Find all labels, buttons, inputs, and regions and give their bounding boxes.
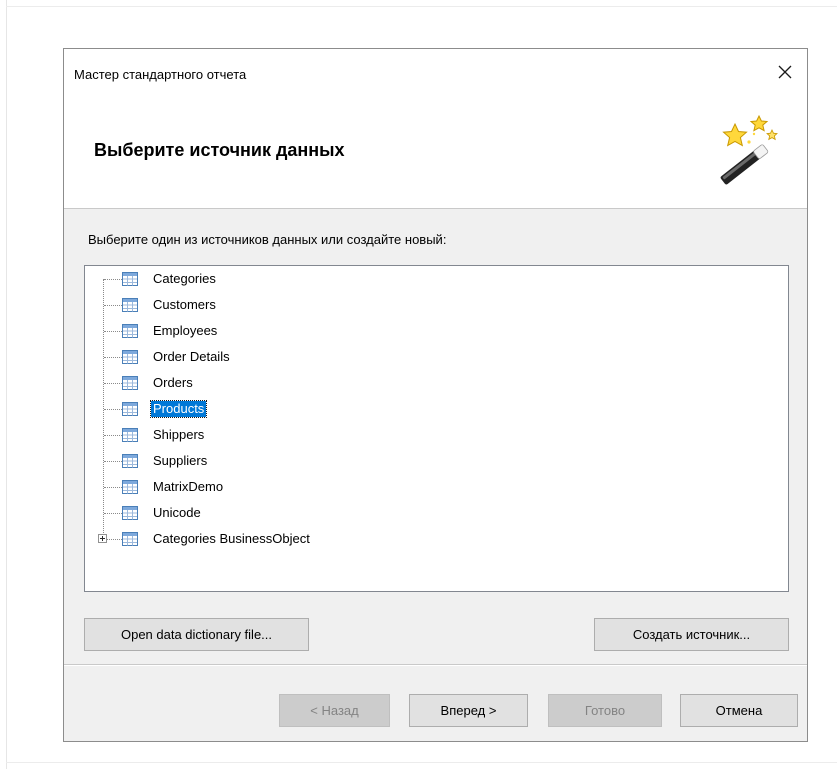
tree-connector-line <box>104 435 122 436</box>
tree-connector-line <box>104 357 122 358</box>
tree-connector-line <box>104 331 122 332</box>
tree-item[interactable]: MatrixDemo <box>85 476 785 498</box>
instruction-text: Выберите один из источников данных или с… <box>88 232 447 247</box>
tree-connector-line <box>104 409 122 410</box>
background-frame-top <box>6 6 837 7</box>
window-title: Мастер стандартного отчета <box>74 67 247 82</box>
tree-item[interactable]: Suppliers <box>85 450 785 472</box>
tree-item[interactable]: Categories <box>85 268 785 290</box>
cancel-button[interactable]: Отмена <box>680 694 798 727</box>
tree-item[interactable]: Categories BusinessObject <box>85 528 785 550</box>
tree-item-label: Categories <box>153 271 216 286</box>
table-icon <box>122 298 138 312</box>
tree-item[interactable]: Unicode <box>85 502 785 524</box>
tree-item[interactable]: Products <box>85 398 785 420</box>
table-icon <box>122 454 138 468</box>
next-button[interactable]: Вперед > <box>409 694 528 727</box>
tree-item-label: Customers <box>153 297 216 312</box>
wizard-header: Мастер стандартного отчета Выберите исто… <box>64 49 807 209</box>
finish-button[interactable]: Готово <box>548 694 662 727</box>
tree-item-label: Orders <box>153 375 193 390</box>
plus-expander-icon[interactable] <box>98 534 107 543</box>
tree-item[interactable]: Orders <box>85 372 785 394</box>
tree-item-label: Employees <box>153 323 218 338</box>
open-data-dictionary-button[interactable]: Open data dictionary file... <box>84 618 309 651</box>
table-icon <box>122 506 138 520</box>
tree-item[interactable]: Employees <box>85 320 785 342</box>
table-icon <box>122 324 138 338</box>
tree-item[interactable]: Shippers <box>85 424 785 446</box>
close-icon <box>778 65 792 79</box>
tree-connector-line <box>104 305 122 306</box>
tree-item[interactable]: Order Details <box>85 346 785 368</box>
tree-connector-line <box>104 487 122 488</box>
tree-item-label: Products <box>149 400 208 418</box>
tree-item-label: Unicode <box>153 505 201 520</box>
tree-item-label: Shippers <box>153 427 205 442</box>
table-icon <box>122 272 138 286</box>
create-source-button[interactable]: Создать источник... <box>594 618 789 651</box>
close-button[interactable] <box>770 57 800 87</box>
tree-item-label: Categories BusinessObject <box>153 531 310 546</box>
page-heading: Выберите источник данных <box>94 140 345 160</box>
back-button[interactable]: < Назад <box>279 694 390 727</box>
tree-connector-line <box>104 279 122 280</box>
background-frame-left <box>6 0 7 769</box>
table-icon <box>122 480 138 494</box>
tree-item-label: MatrixDemo <box>153 479 224 494</box>
tree-item[interactable]: Customers <box>85 294 785 316</box>
data-source-tree[interactable]: Categories Customers Employees Order Detail… <box>84 265 789 592</box>
table-icon <box>122 532 138 546</box>
footer-separator <box>64 664 807 666</box>
tree-connector-line <box>104 383 122 384</box>
tree-connector-line <box>104 513 122 514</box>
background-frame-bottom <box>6 762 837 763</box>
tree-item-label: Order Details <box>153 349 230 364</box>
magic-wand-icon <box>720 114 778 185</box>
table-icon <box>122 428 138 442</box>
table-icon <box>122 402 138 416</box>
tree-connector-line <box>104 461 122 462</box>
table-icon <box>122 350 138 364</box>
table-icon <box>122 376 138 390</box>
report-wizard-dialog: Мастер стандартного отчета Выберите исто… <box>63 48 808 742</box>
tree-item-label: Suppliers <box>153 453 208 468</box>
